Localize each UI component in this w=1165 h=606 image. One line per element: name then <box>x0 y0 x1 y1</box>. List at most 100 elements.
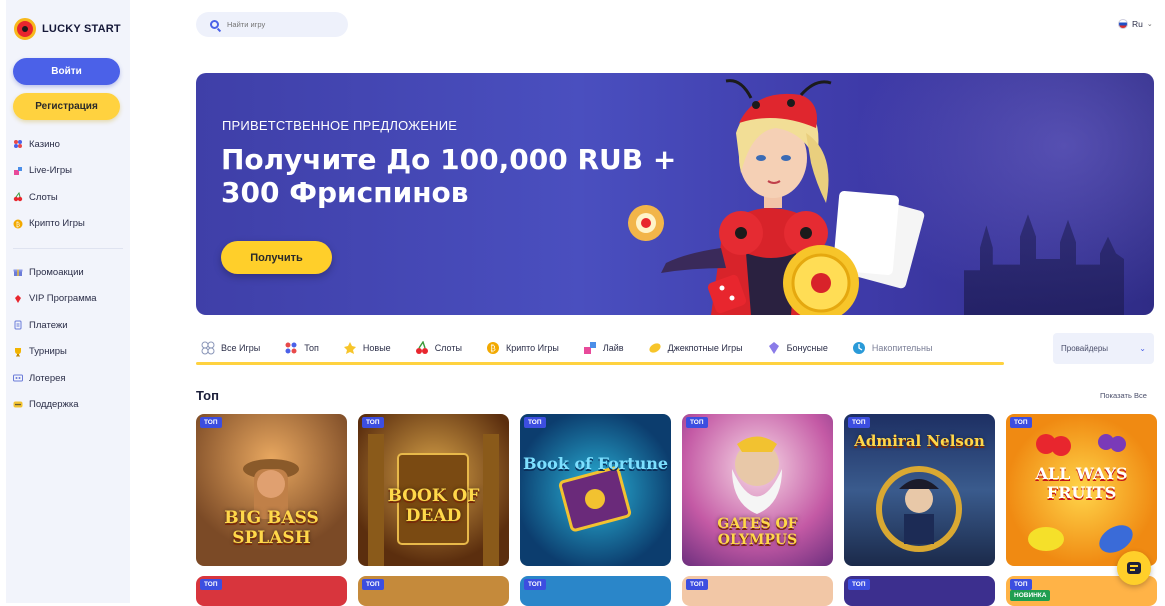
login-button[interactable]: Войти <box>13 58 120 85</box>
brand-name: LUCKY START <box>42 23 121 35</box>
sidebar-item-label: Турниры <box>29 346 67 358</box>
tab-new[interactable]: Новые <box>338 341 396 355</box>
gift-icon <box>13 267 23 277</box>
language-selector[interactable]: Ru ⌄ <box>1118 19 1153 29</box>
crypto-icon: ₿ <box>13 219 23 229</box>
tab-label: Джекпотные Игры <box>667 343 743 353</box>
providers-dropdown[interactable]: Провайдеры ⌄ <box>1053 333 1154 364</box>
category-tabs: Все Игры Топ Новые Слоты ₿ Крипто Игры Л… <box>196 331 1016 365</box>
top-badge: ТОП <box>200 417 222 428</box>
tab-crypto-games[interactable]: ₿ Крипто Игры <box>481 341 564 355</box>
sidebar-item-casino[interactable]: Казино <box>13 131 85 158</box>
top-badge: ТОП <box>1010 579 1032 590</box>
tab-live[interactable]: Лайв <box>578 341 629 355</box>
vip-icon <box>13 294 23 304</box>
hero-banner: ПРИВЕТСТВЕННОЕ ПРЕДЛОЖЕНИЕ Получите До 1… <box>196 73 1154 315</box>
tab-accumulative[interactable]: Накопительны <box>847 341 938 355</box>
game-tile[interactable]: ТОП Book of Fortune <box>520 414 671 566</box>
top-badge: ТОП <box>1010 417 1032 428</box>
games-grid: ТОП BIG BASS SPLASH ТОП BOOK OF DEAD ТОП… <box>196 414 1157 606</box>
cherries-icon <box>13 192 23 202</box>
tab-label: Слоты <box>434 343 462 353</box>
sidebar-item-live-games[interactable]: Live-Игры <box>13 158 85 185</box>
jackpot-icon <box>648 341 662 355</box>
trophy-icon <box>13 347 23 357</box>
top-badge: ТОП <box>848 579 870 590</box>
sidebar: LUCKY START Войти Регистрация Казино Liv… <box>6 0 130 603</box>
game-title: BIG BASS SPLASH <box>224 508 319 548</box>
tab-jackpot-games[interactable]: Джекпотные Игры <box>643 341 748 355</box>
tab-all-games[interactable]: Все Игры <box>196 341 265 355</box>
all-games-icon <box>201 341 215 355</box>
game-title: BOOK OF DEAD <box>387 486 480 526</box>
sidebar-item-tournaments[interactable]: Турниры <box>13 339 97 366</box>
game-tile[interactable]: ТОП <box>196 576 347 606</box>
tab-label: Все Игры <box>221 343 261 353</box>
castle-illustration <box>964 214 1124 315</box>
live-icon <box>583 341 597 355</box>
tab-label: Крипто Игры <box>505 343 559 353</box>
chevron-down-icon: ⌄ <box>1146 21 1153 28</box>
game-tile[interactable]: ТОП BIG BASS SPLASH <box>196 414 347 566</box>
sidebar-item-payments[interactable]: Платежи <box>13 312 97 339</box>
chevron-down-icon: ⌄ <box>1139 344 1146 353</box>
game-tile[interactable]: ТОП <box>358 576 509 606</box>
sidebar-secondary-nav: Промоакции VIP Программа Платежи Турниры… <box>13 259 97 418</box>
lottery-icon <box>13 373 23 383</box>
game-tile[interactable]: ТОП <box>520 576 671 606</box>
sidebar-item-label: Казино <box>29 138 60 150</box>
new-badge: НОВИНКА <box>1010 590 1051 601</box>
claim-bonus-button[interactable]: Получить <box>221 241 332 274</box>
game-title: ALL WAYS FRUITS <box>1035 464 1128 502</box>
top-badge: ТОП <box>524 417 546 428</box>
register-button[interactable]: Регистрация <box>13 93 120 120</box>
crypto-icon: ₿ <box>486 341 500 355</box>
tab-slots[interactable]: Слоты <box>410 341 467 355</box>
sidebar-divider <box>13 248 123 249</box>
game-tile[interactable]: ТОП ALL WAYS FRUITS <box>1006 414 1157 566</box>
search-icon <box>210 20 219 29</box>
sidebar-item-label: Крипто Игры <box>29 218 85 230</box>
game-tile[interactable]: ТОП Admiral Nelson <box>844 414 995 566</box>
sidebar-item-lottery[interactable]: Лотерея <box>13 365 97 392</box>
svg-text:₿: ₿ <box>16 221 20 228</box>
chat-icon <box>1127 562 1141 574</box>
accumulative-icon <box>852 341 866 355</box>
brand-logo[interactable]: LUCKY START <box>14 18 121 40</box>
sidebar-item-label: Слоты <box>29 191 58 203</box>
providers-label: Провайдеры <box>1061 344 1109 353</box>
game-tile[interactable]: ТОП <box>844 576 995 606</box>
sidebar-item-label: Live-Игры <box>29 165 72 177</box>
game-title: Book of Fortune <box>522 454 669 473</box>
game-title: GATES OF OLYMPUS <box>717 516 798 548</box>
game-tile[interactable]: ТОП <box>682 576 833 606</box>
support-icon <box>13 400 23 410</box>
show-all-link[interactable]: Показать Все <box>1100 391 1147 400</box>
search-bar[interactable] <box>196 12 348 37</box>
casino-icon <box>13 139 23 149</box>
live-games-icon <box>13 166 23 176</box>
tab-label: Топ <box>304 343 319 353</box>
support-chat-button[interactable] <box>1117 551 1151 585</box>
top-badge: ТОП <box>686 579 708 590</box>
sidebar-item-vip[interactable]: VIP Программа <box>13 286 97 313</box>
category-scroll-indicator <box>196 362 1004 365</box>
book-artwork <box>558 466 632 532</box>
ladybug-heroine-illustration <box>628 79 925 315</box>
sidebar-item-support[interactable]: Поддержка <box>13 392 97 419</box>
sidebar-item-promotions[interactable]: Промоакции <box>13 259 97 286</box>
sidebar-item-label: Промоакции <box>29 266 84 278</box>
tab-top[interactable]: Топ <box>279 341 324 355</box>
search-input[interactable] <box>227 20 337 29</box>
russia-flag-icon <box>1118 19 1128 29</box>
game-tile[interactable]: ТОП GATES OF OLYMPUS <box>682 414 833 566</box>
sidebar-item-crypto[interactable]: ₿ Крипто Игры <box>13 211 85 238</box>
svg-text:₿: ₿ <box>490 343 496 353</box>
sidebar-main-nav: Казино Live-Игры Слоты ₿ Крипто Игры <box>13 131 85 237</box>
slots-icon <box>415 341 429 355</box>
game-tile[interactable]: ТОП BOOK OF DEAD <box>358 414 509 566</box>
tab-bonus[interactable]: Бонусные <box>762 341 833 355</box>
sidebar-item-label: Поддержка <box>29 399 79 411</box>
section-title: Топ <box>196 388 219 403</box>
sidebar-item-slots[interactable]: Слоты <box>13 184 85 211</box>
